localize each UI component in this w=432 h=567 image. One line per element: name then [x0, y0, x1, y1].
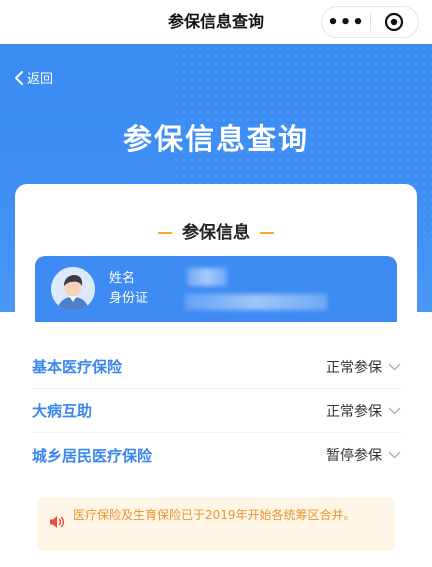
name-label: 姓名 — [109, 271, 136, 286]
insurance-name: 基本医疗保险 — [32, 358, 123, 376]
insurance-status: 暂停参保 — [326, 445, 401, 465]
insurance-status: 正常参保 — [326, 357, 401, 377]
chevron-down-icon — [388, 407, 401, 414]
more-dots-icon[interactable]: ••• — [322, 7, 370, 37]
insurance-status: 正常参保 — [326, 401, 401, 421]
list-item[interactable]: 大病互助 正常参保 — [32, 389, 401, 433]
status-text: 正常参保 — [326, 403, 382, 420]
section-title: 参保信息 — [15, 218, 417, 243]
list-item[interactable]: 基本医疗保险 正常参保 — [32, 345, 401, 389]
target-close-icon[interactable] — [371, 7, 418, 37]
chevron-down-icon — [388, 363, 401, 370]
back-button[interactable]: 返回 — [14, 68, 53, 87]
title-dash-right — [260, 232, 274, 234]
avatar — [51, 267, 95, 311]
back-label: 返回 — [27, 72, 54, 87]
title-dash-left — [158, 232, 172, 234]
chevron-down-icon — [388, 451, 401, 459]
id-card-label: 身份证 — [109, 291, 149, 306]
notice-text: 医疗保险及生育保险已于2019年开始各统筹区合并。 — [73, 508, 356, 522]
insurance-info-card: 参保信息 姓名 身份证 — [15, 184, 417, 334]
id-value-redacted — [185, 294, 327, 310]
speaker-icon — [50, 516, 65, 528]
notice-banner: 医疗保险及生育保险已于2019年开始各统筹区合并。 — [37, 497, 395, 551]
list-item[interactable]: 城乡居民医疗保险 暂停参保 — [32, 433, 401, 477]
capsule-menu: ••• — [321, 6, 419, 38]
name-value-redacted — [187, 268, 227, 286]
insurance-name: 大病互助 — [32, 402, 93, 420]
status-text: 正常参保 — [326, 359, 382, 376]
chevron-left-icon — [15, 70, 23, 85]
insurance-name: 城乡居民医疗保险 — [32, 446, 153, 465]
person-banner: 姓名 身份证 — [35, 256, 397, 322]
section-title-text: 参保信息 — [182, 223, 250, 243]
page-title: 参保信息查询 — [122, 122, 309, 156]
mini-program-navbar: 参保信息查询 ••• — [0, 0, 432, 44]
status-text: 暂停参保 — [326, 448, 382, 464]
insurance-list: 基本医疗保险 正常参保 大病互助 正常参保 城乡居民医疗保险 暂停参保 — [32, 345, 401, 477]
